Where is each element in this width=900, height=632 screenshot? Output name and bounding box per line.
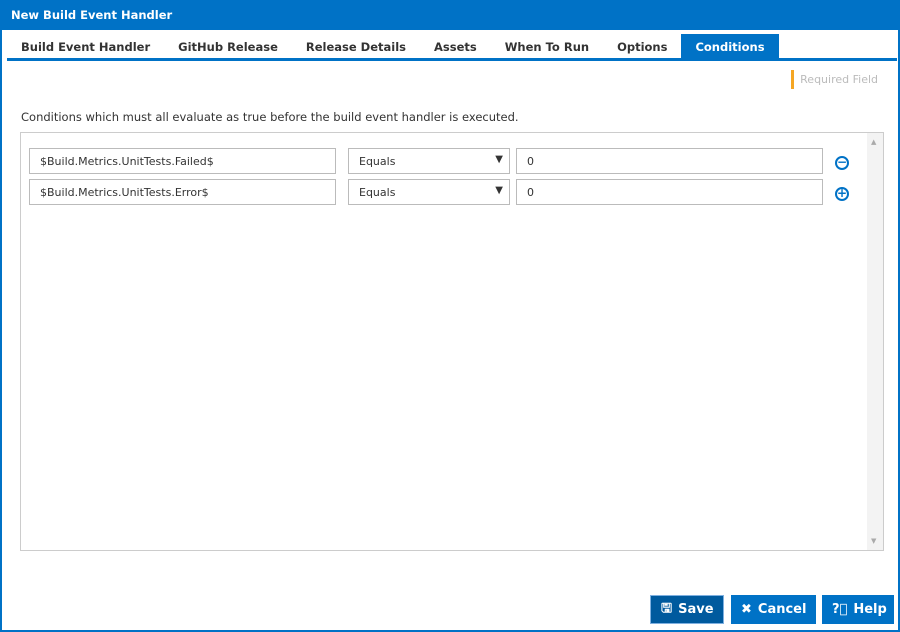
- tab-release-details[interactable]: Release Details: [292, 34, 420, 58]
- condition-field-input[interactable]: $Build.Metrics.UnitTests.Failed$: [29, 148, 336, 174]
- tab-bar: Build Event Handler GitHub Release Relea…: [7, 34, 897, 61]
- condition-value-input[interactable]: 0: [516, 148, 823, 174]
- scroll-up-icon[interactable]: ▲: [871, 138, 876, 146]
- tab-conditions[interactable]: Conditions: [681, 34, 779, 58]
- condition-row: $Build.Metrics.UnitTests.Failed$ Equals ▼…: [29, 148, 823, 174]
- remove-condition-icon[interactable]: −: [835, 156, 849, 170]
- save-button[interactable]: 🖫 Save: [650, 595, 724, 624]
- conditions-panel: $Build.Metrics.UnitTests.Failed$ Equals ▼…: [20, 132, 884, 551]
- tab-build-event-handler[interactable]: Build Event Handler: [7, 34, 164, 58]
- operator-select[interactable]: Equals ▼: [348, 179, 510, 205]
- tab-github-release[interactable]: GitHub Release: [164, 34, 292, 58]
- floppy-disk-icon: 🖫: [661, 600, 673, 616]
- tab-assets[interactable]: Assets: [420, 34, 491, 58]
- x-icon: ✖: [741, 602, 752, 617]
- save-label: Save: [678, 602, 714, 617]
- condition-field-input[interactable]: $Build.Metrics.UnitTests.Error$: [29, 179, 336, 205]
- dialog-window: New Build Event Handler Build Event Hand…: [0, 0, 900, 632]
- required-field-legend: Required Field: [791, 70, 878, 89]
- dropdown-arrow-icon: ▼: [495, 185, 503, 196]
- help-button[interactable]: ?⃝ Help: [822, 595, 894, 624]
- operator-value: Equals: [359, 155, 396, 168]
- question-circle-icon: ?⃝: [832, 602, 848, 617]
- help-label: Help: [853, 602, 887, 617]
- tab-when-to-run[interactable]: When To Run: [491, 34, 603, 58]
- scrollbar[interactable]: ▲ ▼: [867, 133, 883, 550]
- cancel-button[interactable]: ✖ Cancel: [731, 595, 816, 624]
- operator-select[interactable]: Equals ▼: [348, 148, 510, 174]
- condition-row: $Build.Metrics.UnitTests.Error$ Equals ▼ …: [29, 179, 823, 205]
- scroll-down-icon[interactable]: ▼: [871, 537, 876, 545]
- add-condition-icon[interactable]: +: [835, 187, 849, 201]
- operator-value: Equals: [359, 186, 396, 199]
- cancel-label: Cancel: [757, 602, 807, 617]
- conditions-description: Conditions which must all evaluate as tr…: [21, 110, 519, 124]
- dialog-title: New Build Event Handler: [2, 0, 900, 30]
- dropdown-arrow-icon: ▼: [495, 154, 503, 165]
- condition-value-input[interactable]: 0: [516, 179, 823, 205]
- tab-options[interactable]: Options: [603, 34, 681, 58]
